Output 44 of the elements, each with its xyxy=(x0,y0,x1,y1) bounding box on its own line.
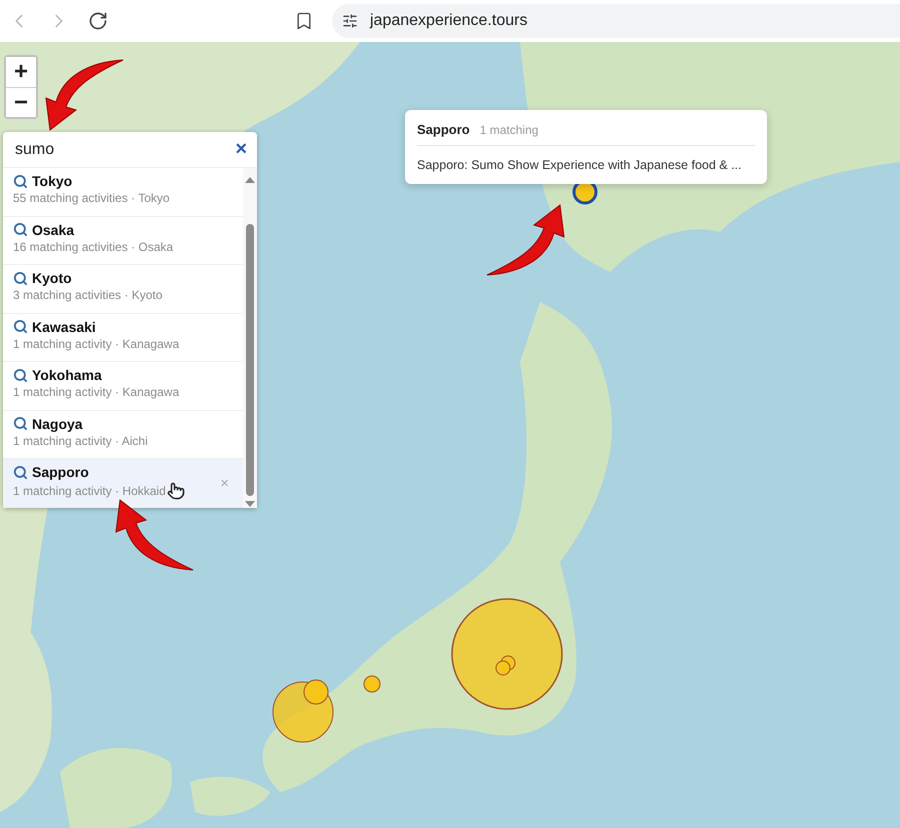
result-name: Nagoya xyxy=(32,416,83,432)
result-item[interactable]: Kawasaki 1 matching activity · Kanagawa xyxy=(3,314,243,362)
result-details: 1 matching activity · Aichi xyxy=(13,434,148,448)
result-item[interactable]: Yokohama 1 matching activity · Kanagawa xyxy=(3,362,243,410)
site-settings-icon[interactable] xyxy=(342,13,358,29)
hand-pointer-icon xyxy=(166,482,185,500)
result-name: Sapporo xyxy=(32,464,89,480)
scroll-down-icon[interactable] xyxy=(244,500,256,508)
result-details: 3 matching activities · Kyoto xyxy=(13,288,162,302)
search-icon xyxy=(13,222,28,237)
result-item[interactable]: Osaka 16 matching activities · Osaka xyxy=(3,216,243,265)
result-name: Kawasaki xyxy=(32,318,96,334)
clear-button[interactable]: × xyxy=(235,138,247,161)
popup-title: Sapporo xyxy=(417,122,470,137)
activity-link[interactable]: Sapporo: Sumo Show Experience with Japanese food & ... xyxy=(417,146,755,184)
activity-marker[interactable] xyxy=(304,680,328,704)
address-bar[interactable]: japanexperience.tours xyxy=(332,4,900,38)
result-item[interactable]: Tokyo 55 matching activities · Tokyo xyxy=(3,168,243,216)
result-details: 1 matching activity · Kanagawa xyxy=(13,385,180,399)
result-item[interactable]: Kyoto 3 matching activities · Kyoto xyxy=(3,265,243,314)
result-item[interactable]: Nagoya 1 matching activity · Aichi xyxy=(3,410,243,459)
search-icon xyxy=(13,464,28,480)
activity-marker[interactable] xyxy=(496,660,510,676)
search-icon xyxy=(13,174,28,188)
result-name: Osaka xyxy=(32,222,74,238)
popup-count: 1 matching xyxy=(480,123,538,137)
result-details: 1 matching activity · Kanagawa xyxy=(13,336,180,350)
zoom-out-button[interactable]: − xyxy=(6,87,36,117)
scrollbar[interactable] xyxy=(243,168,257,508)
scroll-up-icon[interactable] xyxy=(244,176,256,184)
reload-button[interactable] xyxy=(88,11,108,31)
activity-marker[interactable] xyxy=(451,598,563,710)
result-name: Yokohama xyxy=(32,367,102,383)
result-name: Kyoto xyxy=(32,270,72,286)
result-details: 16 matching activities · Osaka xyxy=(13,240,174,254)
result-details: 55 matching activities · Tokyo xyxy=(13,191,170,205)
result-name: Tokyo xyxy=(32,173,72,189)
result-details: 1 matching activity · Hokkaid xyxy=(13,484,166,498)
search-icon xyxy=(13,319,28,334)
activity-marker[interactable] xyxy=(364,676,380,692)
search-icon xyxy=(13,270,28,286)
result-item[interactable]: Sapporo 1 matching activity · Hokkaid × xyxy=(3,459,243,508)
search-icon xyxy=(13,368,28,382)
search-icon xyxy=(13,416,28,431)
